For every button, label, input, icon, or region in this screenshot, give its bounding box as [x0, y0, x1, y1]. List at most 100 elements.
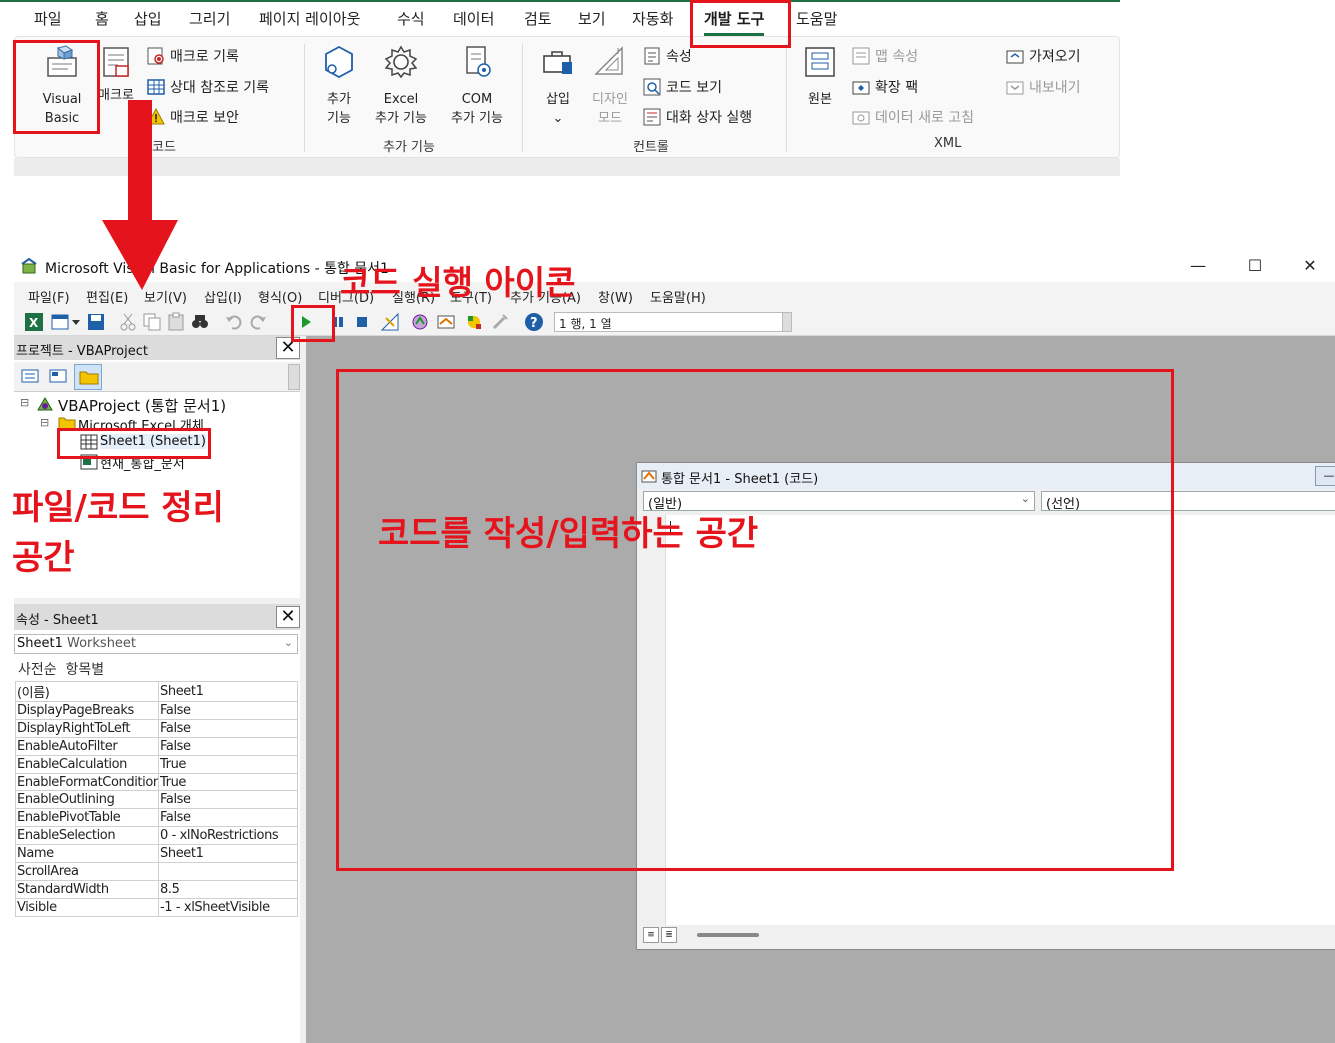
collapse-icon[interactable]: ⊟ — [20, 396, 29, 409]
cut-icon[interactable] — [118, 312, 138, 332]
property-row[interactable]: Visible -1 - xlSheetVisible — [15, 897, 298, 917]
run-button-highlight — [291, 305, 335, 342]
property-value[interactable]: Sheet1 — [158, 844, 298, 864]
tab-automate[interactable]: 자동화 — [632, 8, 673, 29]
xml-export-button[interactable]: 내보내기 — [1006, 77, 1081, 97]
view-code-button[interactable]: 코드 보기 — [643, 77, 722, 97]
property-value[interactable] — [158, 862, 298, 881]
tab-help[interactable]: 도움말 — [796, 8, 837, 29]
tab-home[interactable]: 홈 — [95, 8, 109, 29]
properties-button[interactable]: 속성 — [643, 46, 692, 66]
tree-vbaproject[interactable]: VBAProject (통합 문서1) — [58, 395, 226, 416]
close-icon[interactable]: ✕ — [276, 606, 300, 628]
addins-button[interactable]: 추가 기능 — [318, 44, 360, 128]
horizontal-scroll-thumb[interactable] — [697, 933, 759, 937]
property-value[interactable]: Sheet1 — [158, 681, 298, 702]
map-properties-button[interactable]: 맵 속성 — [852, 46, 918, 66]
menu-file[interactable]: 파일(F) — [28, 287, 70, 306]
collapse-icon[interactable]: ⊟ — [40, 416, 49, 429]
property-row[interactable]: ScrollArea — [15, 862, 298, 881]
help-icon[interactable]: ? — [524, 312, 544, 332]
find-icon[interactable] — [190, 312, 210, 332]
properties-window-icon[interactable] — [436, 312, 456, 332]
tab-data[interactable]: 데이터 — [453, 8, 494, 29]
com-addins-button[interactable]: COM 추가 기능 — [442, 44, 512, 128]
property-name: DisplayRightToLeft — [15, 718, 159, 738]
toolbar-overflow-icon[interactable] — [782, 312, 792, 332]
tab-formulas[interactable]: 수식 — [397, 8, 425, 29]
tab-review[interactable]: 검토 — [524, 8, 552, 29]
object-browser-icon[interactable] — [464, 312, 484, 332]
full-module-view-icon[interactable]: ≣ — [661, 927, 677, 943]
property-row[interactable]: DisplayPageBreaks False — [15, 701, 298, 720]
design-mode-icon[interactable] — [380, 312, 400, 332]
menu-format[interactable]: 형식(O) — [258, 287, 302, 306]
property-value[interactable]: False — [158, 718, 298, 738]
excel-view-icon[interactable]: X — [24, 312, 44, 332]
property-row[interactable]: StandardWidth 8.5 — [15, 879, 298, 899]
relative-references-button[interactable]: 상대 참조로 기록 — [147, 77, 269, 97]
xml-import-button[interactable]: 가져오기 — [1006, 46, 1081, 66]
property-value[interactable]: 0 - xlNoRestrictions — [158, 826, 298, 846]
property-value[interactable]: False — [158, 736, 298, 756]
tab-categorized[interactable]: 항목별 — [66, 662, 105, 678]
project-explorer-icon[interactable] — [410, 312, 430, 332]
property-value[interactable]: False — [158, 808, 298, 828]
property-value[interactable]: False — [158, 701, 298, 720]
tab-insert[interactable]: 삽입 — [134, 8, 162, 29]
tab-file[interactable]: 파일 — [34, 8, 62, 29]
toggle-folders-button[interactable] — [74, 364, 102, 390]
property-value[interactable]: -1 - xlSheetVisible — [158, 897, 298, 917]
property-row[interactable]: EnablePivotTable False — [15, 808, 298, 828]
run-dialog-button[interactable]: 대화 상자 실행 — [643, 107, 752, 127]
property-value[interactable]: False — [158, 790, 298, 810]
refresh-data-button[interactable]: 데이터 새로 고침 — [852, 107, 974, 127]
menu-window[interactable]: 창(W) — [598, 287, 633, 306]
tab-alphabetic[interactable]: 사전순 — [18, 662, 57, 678]
property-value[interactable]: True — [158, 772, 298, 792]
property-row[interactable]: EnableOutlining False — [15, 790, 298, 810]
insert-control-button[interactable]: 삽입 ⌄ — [536, 44, 580, 128]
tab-view[interactable]: 보기 — [578, 8, 606, 29]
view-object-icon[interactable] — [48, 367, 68, 385]
xml-source-button[interactable]: 원본 — [800, 44, 840, 109]
property-row[interactable]: EnableAutoFilter False — [15, 736, 298, 756]
design-mode-button[interactable]: 디자인 모드 — [586, 44, 634, 128]
property-row[interactable]: EnableCalculation True — [15, 754, 298, 774]
menu-insert[interactable]: 삽입(I) — [204, 287, 242, 306]
close-button[interactable]: ✕ — [1287, 254, 1333, 278]
toolbox-icon[interactable] — [490, 312, 510, 332]
tab-draw[interactable]: 그리기 — [189, 8, 230, 29]
dropdown-arrow-icon[interactable] — [70, 312, 82, 332]
horizontal-scroll-row: ≡ ≣ — [641, 925, 1335, 945]
procedure-view-icon[interactable]: ≡ — [643, 927, 659, 943]
property-row[interactable]: DisplayRightToLeft False — [15, 718, 298, 738]
project-explorer-header: 프로젝트 - VBAProject ✕ — [14, 336, 300, 360]
property-value[interactable]: 8.5 — [158, 879, 298, 899]
property-row[interactable]: Name Sheet1 — [15, 844, 298, 864]
minimize-button[interactable]: — — [1175, 254, 1221, 278]
toolbar-overflow-icon[interactable] — [288, 364, 300, 390]
design-mode-label-1: 디자인 — [592, 92, 628, 107]
save-icon[interactable] — [86, 312, 106, 332]
properties-object-select[interactable]: Sheet1 Worksheet ⌄ — [14, 634, 298, 654]
red-arrow-icon — [102, 100, 178, 290]
menu-help[interactable]: 도움말(H) — [650, 287, 706, 306]
copy-icon[interactable] — [142, 312, 162, 332]
property-value[interactable]: True — [158, 754, 298, 774]
view-code-icon[interactable] — [20, 367, 40, 385]
maximize-button[interactable]: ☐ — [1232, 254, 1278, 278]
redo-icon[interactable] — [248, 312, 268, 332]
property-row[interactable]: (이름) Sheet1 — [15, 681, 298, 702]
reset-icon[interactable] — [352, 312, 372, 332]
record-macro-button[interactable]: 매크로 기록 — [147, 46, 239, 66]
tab-page-layout[interactable]: 페이지 레이아웃 — [259, 8, 360, 29]
excel-addins-button[interactable]: Excel 추가 기능 — [366, 44, 436, 128]
expansion-packs-button[interactable]: 확장 팩 — [852, 77, 918, 97]
property-row[interactable]: EnableSelection 0 - xlNoRestrictions — [15, 826, 298, 846]
paste-icon[interactable] — [166, 312, 186, 332]
insert-userform-icon[interactable] — [50, 312, 70, 332]
property-row[interactable]: EnableFormatConditionsCalculationTrue — [15, 772, 298, 792]
code-minimize-button[interactable]: — — [1315, 466, 1335, 486]
undo-icon[interactable] — [224, 312, 244, 332]
